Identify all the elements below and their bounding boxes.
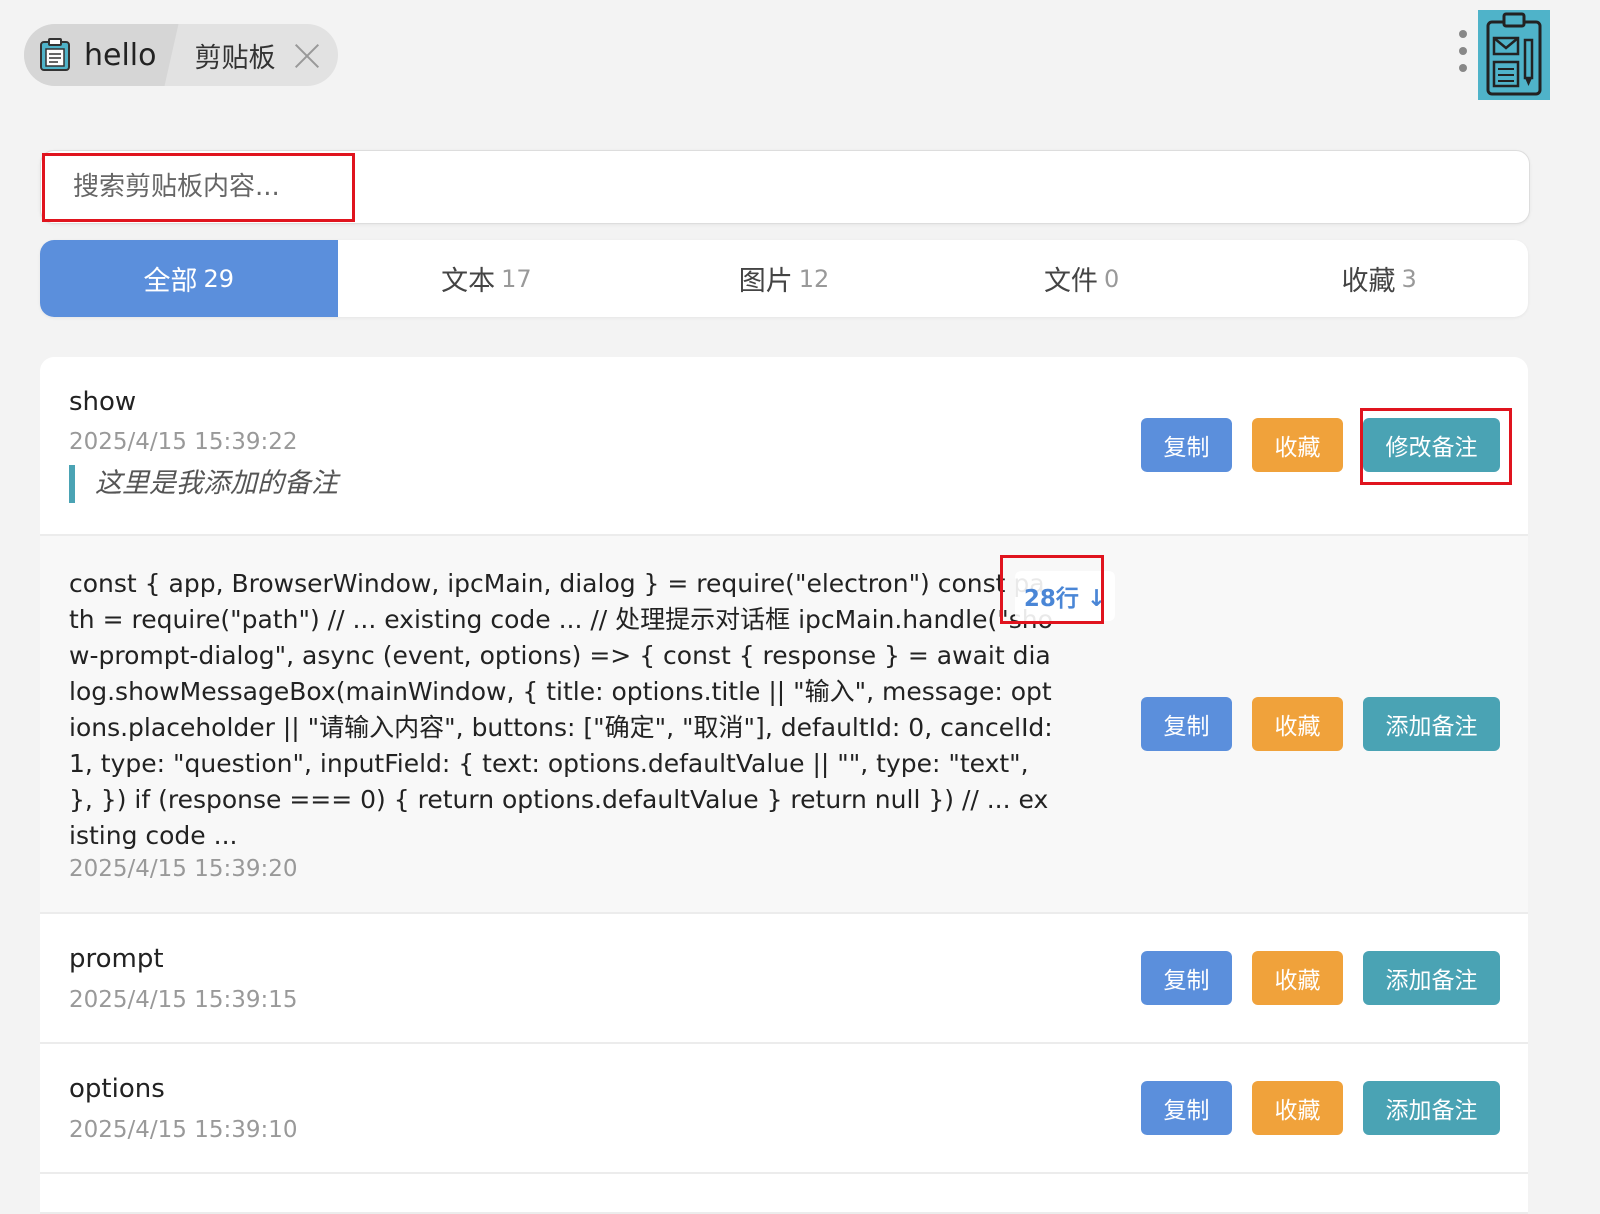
tab-all[interactable]: 全部 29: [40, 240, 338, 317]
tab-label: 收藏: [1341, 266, 1396, 297]
clipboard-tab[interactable]: 剪贴板: [179, 24, 338, 86]
item-timestamp: 2025/4/15 15:39:15: [69, 987, 298, 1013]
app-name: hello: [84, 37, 157, 73]
clipboard-icon: [38, 38, 72, 72]
item-actions: 复制 收藏 添加备注: [1141, 697, 1500, 751]
more-vertical-icon[interactable]: [1452, 30, 1474, 78]
expand-lines-badge[interactable]: 28行 ↓: [1015, 571, 1115, 621]
list-item[interactable]: [40, 1174, 1528, 1214]
favorite-button[interactable]: 收藏: [1252, 418, 1343, 472]
tab-images[interactable]: 图片 12: [635, 240, 933, 317]
item-title: options: [69, 1074, 165, 1104]
tab-text[interactable]: 文本 17: [338, 240, 636, 317]
category-tabs: 全部 29 文本 17 图片 12 文件 0 收藏 3: [40, 240, 1528, 317]
clipboard-mail-logo-icon: [1478, 10, 1550, 100]
favorite-button[interactable]: 收藏: [1252, 1081, 1343, 1135]
item-timestamp: 2025/4/15 15:39:20: [69, 856, 298, 882]
list-item[interactable]: options 2025/4/15 15:39:10 复制 收藏 添加备注: [40, 1044, 1528, 1174]
window-tab-bar: hello 剪贴板: [24, 24, 338, 86]
item-actions: 复制 收藏 添加备注: [1141, 1081, 1500, 1135]
item-timestamp: 2025/4/15 15:39:22: [69, 429, 298, 455]
item-actions: 复制 收藏 修改备注: [1141, 418, 1500, 472]
tab-label: 文本: [441, 266, 496, 297]
tab-count: 3: [1401, 264, 1417, 293]
add-note-button[interactable]: 添加备注: [1363, 697, 1500, 751]
clipboard-list: show 2025/4/15 15:39:22 这里是我添加的备注 复制 收藏 …: [40, 357, 1528, 1214]
add-note-button[interactable]: 添加备注: [1363, 951, 1500, 1005]
edit-note-button[interactable]: 修改备注: [1363, 418, 1500, 472]
item-title: prompt: [69, 944, 164, 974]
copy-button[interactable]: 复制: [1141, 697, 1232, 751]
search-input[interactable]: [71, 165, 475, 209]
copy-button[interactable]: 复制: [1141, 418, 1232, 472]
tab-files[interactable]: 文件 0: [933, 240, 1231, 317]
tab-count: 29: [203, 264, 235, 293]
list-item[interactable]: const { app, BrowserWindow, ipcMain, dia…: [40, 536, 1528, 914]
tab-label: 图片: [738, 266, 793, 297]
item-actions: 复制 收藏 添加备注: [1141, 951, 1500, 1005]
item-timestamp: 2025/4/15 15:39:10: [69, 1117, 298, 1143]
tab-count: 12: [798, 264, 830, 293]
close-icon[interactable]: [294, 42, 320, 68]
item-content: const { app, BrowserWindow, ipcMain, dia…: [69, 569, 1053, 850]
list-item[interactable]: prompt 2025/4/15 15:39:15 复制 收藏 添加备注: [40, 914, 1528, 1044]
search-box[interactable]: [40, 150, 1530, 224]
tab-favorites[interactable]: 收藏 3: [1230, 240, 1528, 317]
favorite-button[interactable]: 收藏: [1252, 697, 1343, 751]
item-note: 这里是我添加的备注: [69, 465, 338, 503]
favorite-button[interactable]: 收藏: [1252, 951, 1343, 1005]
copy-button[interactable]: 复制: [1141, 1081, 1232, 1135]
clipboard-tab-label: 剪贴板: [194, 42, 276, 74]
tab-label: 全部: [143, 266, 198, 297]
app-tab[interactable]: hello: [24, 24, 179, 86]
item-title: show: [69, 387, 137, 417]
tab-count: 0: [1103, 264, 1120, 293]
add-note-button[interactable]: 添加备注: [1363, 1081, 1500, 1135]
tab-label: 文件: [1043, 266, 1098, 297]
tab-count: 17: [501, 264, 532, 293]
copy-button[interactable]: 复制: [1141, 951, 1232, 1005]
list-item[interactable]: show 2025/4/15 15:39:22 这里是我添加的备注 复制 收藏 …: [40, 357, 1528, 536]
